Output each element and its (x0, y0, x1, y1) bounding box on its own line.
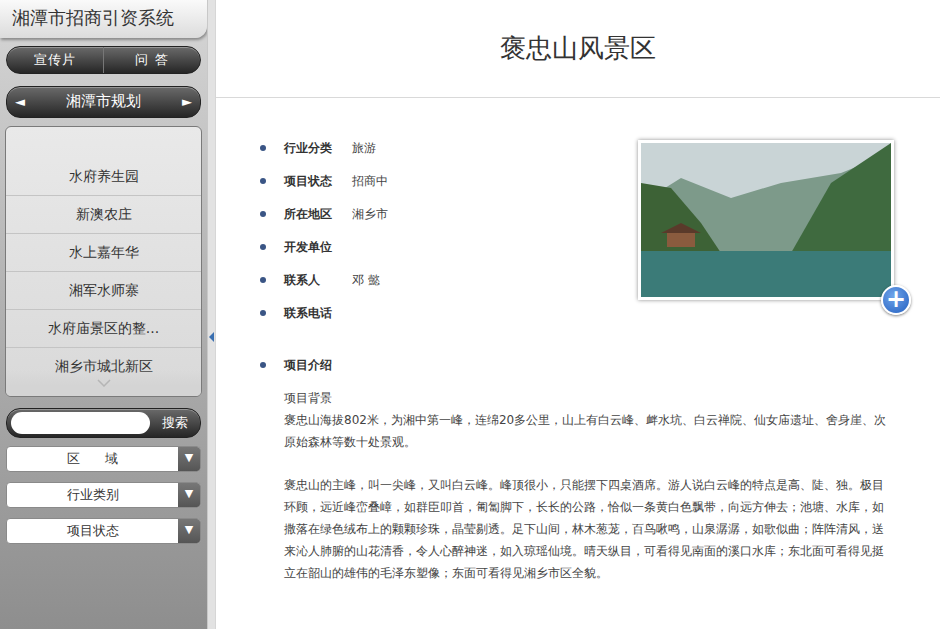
collapse-icon[interactable] (209, 332, 214, 342)
scroll-down-icon[interactable] (6, 370, 201, 396)
field-row: 联系人邓 懿 (260, 263, 638, 296)
project-list: 水府养生园新澳农庄水上嘉年华湘军水师寨水府庙景区的整...湘乡市城北新区 (5, 126, 202, 397)
app-title: 湘潭市招商引资系统 (0, 0, 207, 38)
search-button[interactable]: 搜索 (150, 413, 196, 433)
intro-row: 项目介绍 (260, 348, 896, 381)
field-row: 联系电话 (260, 296, 638, 329)
field-row: 所在地区湘乡市 (260, 197, 638, 230)
search-input[interactable] (11, 412, 150, 434)
region-nav: ◄ 湘潭市规划 ► (6, 86, 201, 118)
prev-button[interactable]: ◄ (15, 92, 25, 112)
dropdown-arrow-icon[interactable]: ▼ (178, 519, 200, 543)
field-row: 项目状态招商中 (260, 164, 638, 197)
dropdown-arrow-icon[interactable]: ▼ (178, 483, 200, 507)
project-item[interactable]: 水上嘉年华 (6, 234, 201, 272)
detail-title: 褒忠山风景区 (500, 33, 656, 64)
project-item[interactable]: 水府庙景区的整... (6, 310, 201, 348)
project-item[interactable]: 水府养生园 (6, 158, 201, 196)
project-item[interactable]: 湘军水师寨 (6, 272, 201, 310)
project-item[interactable]: 新澳农庄 (6, 196, 201, 234)
filter-dropdown[interactable]: 项目状态▼ (6, 518, 201, 544)
filter-dropdown[interactable]: 行业类别▼ (6, 482, 201, 508)
intro-text: 项目背景褒忠山海拔802米，为湘中第一峰，连绵20多公里，山上有白云峰、衅水坑、… (260, 387, 896, 584)
filter-dropdown[interactable]: 区 域▼ (6, 446, 201, 472)
toolbar-button[interactable]: 问 答 (103, 47, 200, 73)
splitter[interactable] (207, 0, 216, 629)
toolbar-button[interactable]: 宣传片 (7, 47, 103, 73)
search-bar: 搜索 (6, 408, 201, 438)
field-row: 开发单位 (260, 230, 638, 263)
sidebar: 湘潭市招商引资系统宣传片问 答 ◄ 湘潭市规划 ► 水府养生园新澳农庄水上嘉年华湘军水师… (0, 0, 207, 629)
region-label: 湘潭市规划 (66, 90, 141, 113)
field-row: 行业分类旅游 (260, 131, 638, 164)
dropdown-arrow-icon[interactable]: ▼ (178, 447, 200, 471)
next-button[interactable]: ► (182, 92, 192, 112)
project-photo (638, 140, 894, 300)
toolbar: 宣传片问 答 (6, 46, 201, 74)
field-list: 行业分类旅游项目状态招商中所在地区湘乡市开发单位联系人邓 懿联系电话 (260, 131, 638, 329)
enlarge-button[interactable]: + (881, 285, 911, 315)
detail-panel: 褒忠山风景区行业分类旅游项目状态招商中所在地区湘乡市开发单位联系人邓 懿联系电话… (216, 0, 940, 629)
